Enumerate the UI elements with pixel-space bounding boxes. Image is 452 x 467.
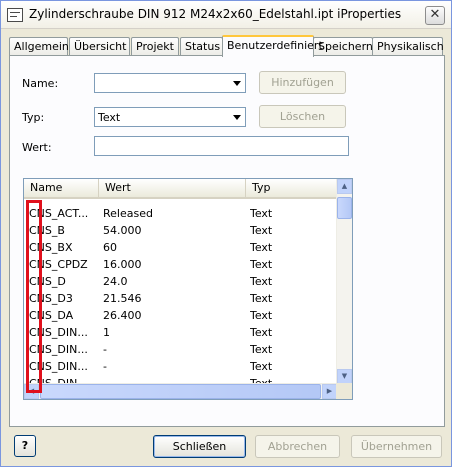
table-row[interactable]: CNS_DIN... - Text bbox=[24, 341, 337, 358]
list-header: Name Wert Typ bbox=[24, 179, 337, 199]
table-row[interactable]: CNS_D3 21.546 Text bbox=[24, 290, 337, 307]
type-value: Text bbox=[98, 111, 121, 124]
scroll-left-icon[interactable]: ◀ bbox=[24, 384, 39, 399]
scroll-corner bbox=[336, 383, 352, 399]
scroll-up-icon[interactable]: ▲ bbox=[337, 179, 352, 194]
table-row[interactable]: CNS_DIN... 1 Text bbox=[24, 324, 337, 341]
value-field[interactable] bbox=[94, 136, 349, 156]
row-type: Text bbox=[250, 241, 273, 254]
row-name: CNS_D bbox=[29, 275, 66, 288]
apply-button[interactable]: Übernehmen bbox=[351, 435, 442, 458]
value-label: Wert: bbox=[22, 141, 52, 154]
title-bar[interactable]: Zylinderschraube DIN 912 M24x2x60_Edelst… bbox=[1, 1, 451, 29]
row-name: CNS_DA bbox=[29, 309, 74, 322]
add-button[interactable]: Hinzufügen bbox=[259, 71, 346, 94]
tab-projekt[interactable]: Projekt bbox=[131, 37, 179, 56]
help-button[interactable]: ? bbox=[14, 435, 36, 457]
row-name: CNS_DIN... bbox=[29, 343, 88, 356]
row-type: Text bbox=[250, 224, 273, 237]
close-dialog-button[interactable]: Schließen bbox=[153, 435, 246, 458]
table-row[interactable]: CNS_CPDZ 16.000 Text bbox=[24, 256, 337, 273]
row-value: 60 bbox=[103, 241, 117, 254]
row-name: CNS_D3 bbox=[29, 292, 73, 305]
chevron-down-icon[interactable] bbox=[233, 115, 241, 120]
table-row[interactable]: CNS_BX 60 Text bbox=[24, 239, 337, 256]
properties-list[interactable]: Name Wert Typ CNS_ACT... Released Text C… bbox=[23, 178, 353, 400]
row-value: - bbox=[103, 343, 107, 356]
name-label: Name: bbox=[22, 77, 59, 90]
scroll-right-icon[interactable]: ▶ bbox=[322, 384, 337, 399]
row-value: - bbox=[103, 360, 107, 373]
row-type: Text bbox=[250, 309, 273, 322]
vertical-scrollbar[interactable]: ▲ ▼ bbox=[336, 179, 352, 384]
type-combobox[interactable]: Text bbox=[94, 107, 246, 127]
column-header-type[interactable]: Typ bbox=[246, 179, 337, 197]
row-value: 21.546 bbox=[103, 292, 142, 305]
row-value: 54.000 bbox=[103, 224, 142, 237]
row-value: 1 bbox=[103, 326, 110, 339]
tab-physikalisch[interactable]: Physikalisch bbox=[372, 37, 444, 56]
delete-button[interactable]: Löschen bbox=[259, 105, 346, 128]
row-name: CNS_DIN... bbox=[29, 360, 88, 373]
tab-allgemein[interactable]: Allgemein bbox=[9, 37, 69, 56]
row-value: Released bbox=[103, 207, 153, 220]
row-name: CNS_B bbox=[29, 224, 65, 237]
cancel-button[interactable]: Abbrechen bbox=[255, 435, 340, 458]
horizontal-scrollbar[interactable]: ◀ ▶ bbox=[24, 383, 337, 399]
row-type: Text bbox=[250, 292, 273, 305]
hscroll-thumb[interactable] bbox=[40, 384, 321, 399]
window-title: Zylinderschraube DIN 912 M24x2x60_Edelst… bbox=[29, 7, 402, 21]
row-name: CNS_BX bbox=[29, 241, 73, 254]
row-name: CNS_ACT... bbox=[29, 207, 89, 220]
table-row[interactable]: CNS_D 24.0 Text bbox=[24, 273, 337, 290]
table-row[interactable]: CNS_DA 26.400 Text bbox=[24, 307, 337, 324]
row-type: Text bbox=[250, 343, 273, 356]
tab-uebersicht[interactable]: Übersicht bbox=[69, 37, 130, 56]
table-row[interactable]: CNS_ACT... Released Text bbox=[24, 205, 337, 222]
column-header-value[interactable]: Wert bbox=[99, 179, 246, 197]
row-value: 16.000 bbox=[103, 258, 142, 271]
row-value: 26.400 bbox=[103, 309, 142, 322]
tab-benutzerdefiniert[interactable]: Benutzerdefiniert bbox=[222, 35, 323, 57]
row-type: Text bbox=[250, 258, 273, 271]
type-label: Typ: bbox=[22, 111, 45, 124]
row-type: Text bbox=[250, 326, 273, 339]
row-value: 24.0 bbox=[103, 275, 128, 288]
document-icon bbox=[7, 8, 23, 22]
row-type: Text bbox=[250, 207, 273, 220]
row-type: Text bbox=[250, 275, 273, 288]
table-row[interactable]: CNS_DIN... - Text bbox=[24, 358, 337, 375]
column-header-name[interactable]: Name bbox=[24, 179, 99, 197]
scroll-thumb[interactable] bbox=[337, 197, 352, 219]
name-combobox[interactable] bbox=[94, 73, 246, 93]
row-type: Text bbox=[250, 360, 273, 373]
row-name: CNS_CPDZ bbox=[29, 258, 88, 271]
tab-strip: Allgemein Übersicht Projekt Status Benut… bbox=[9, 35, 445, 57]
iproperties-dialog: Zylinderschraube DIN 912 M24x2x60_Edelst… bbox=[0, 0, 452, 467]
chevron-down-icon[interactable] bbox=[233, 81, 241, 86]
scroll-down-icon[interactable]: ▼ bbox=[337, 369, 352, 384]
custom-properties-panel: Name: Hinzufügen Typ: Text Löschen Wert:… bbox=[9, 55, 445, 427]
row-name: CNS_DIN... bbox=[29, 326, 88, 339]
close-button[interactable]: ✕ bbox=[425, 6, 445, 25]
tab-status[interactable]: Status bbox=[180, 37, 223, 56]
table-row[interactable]: CNS_B 54.000 Text bbox=[24, 222, 337, 239]
